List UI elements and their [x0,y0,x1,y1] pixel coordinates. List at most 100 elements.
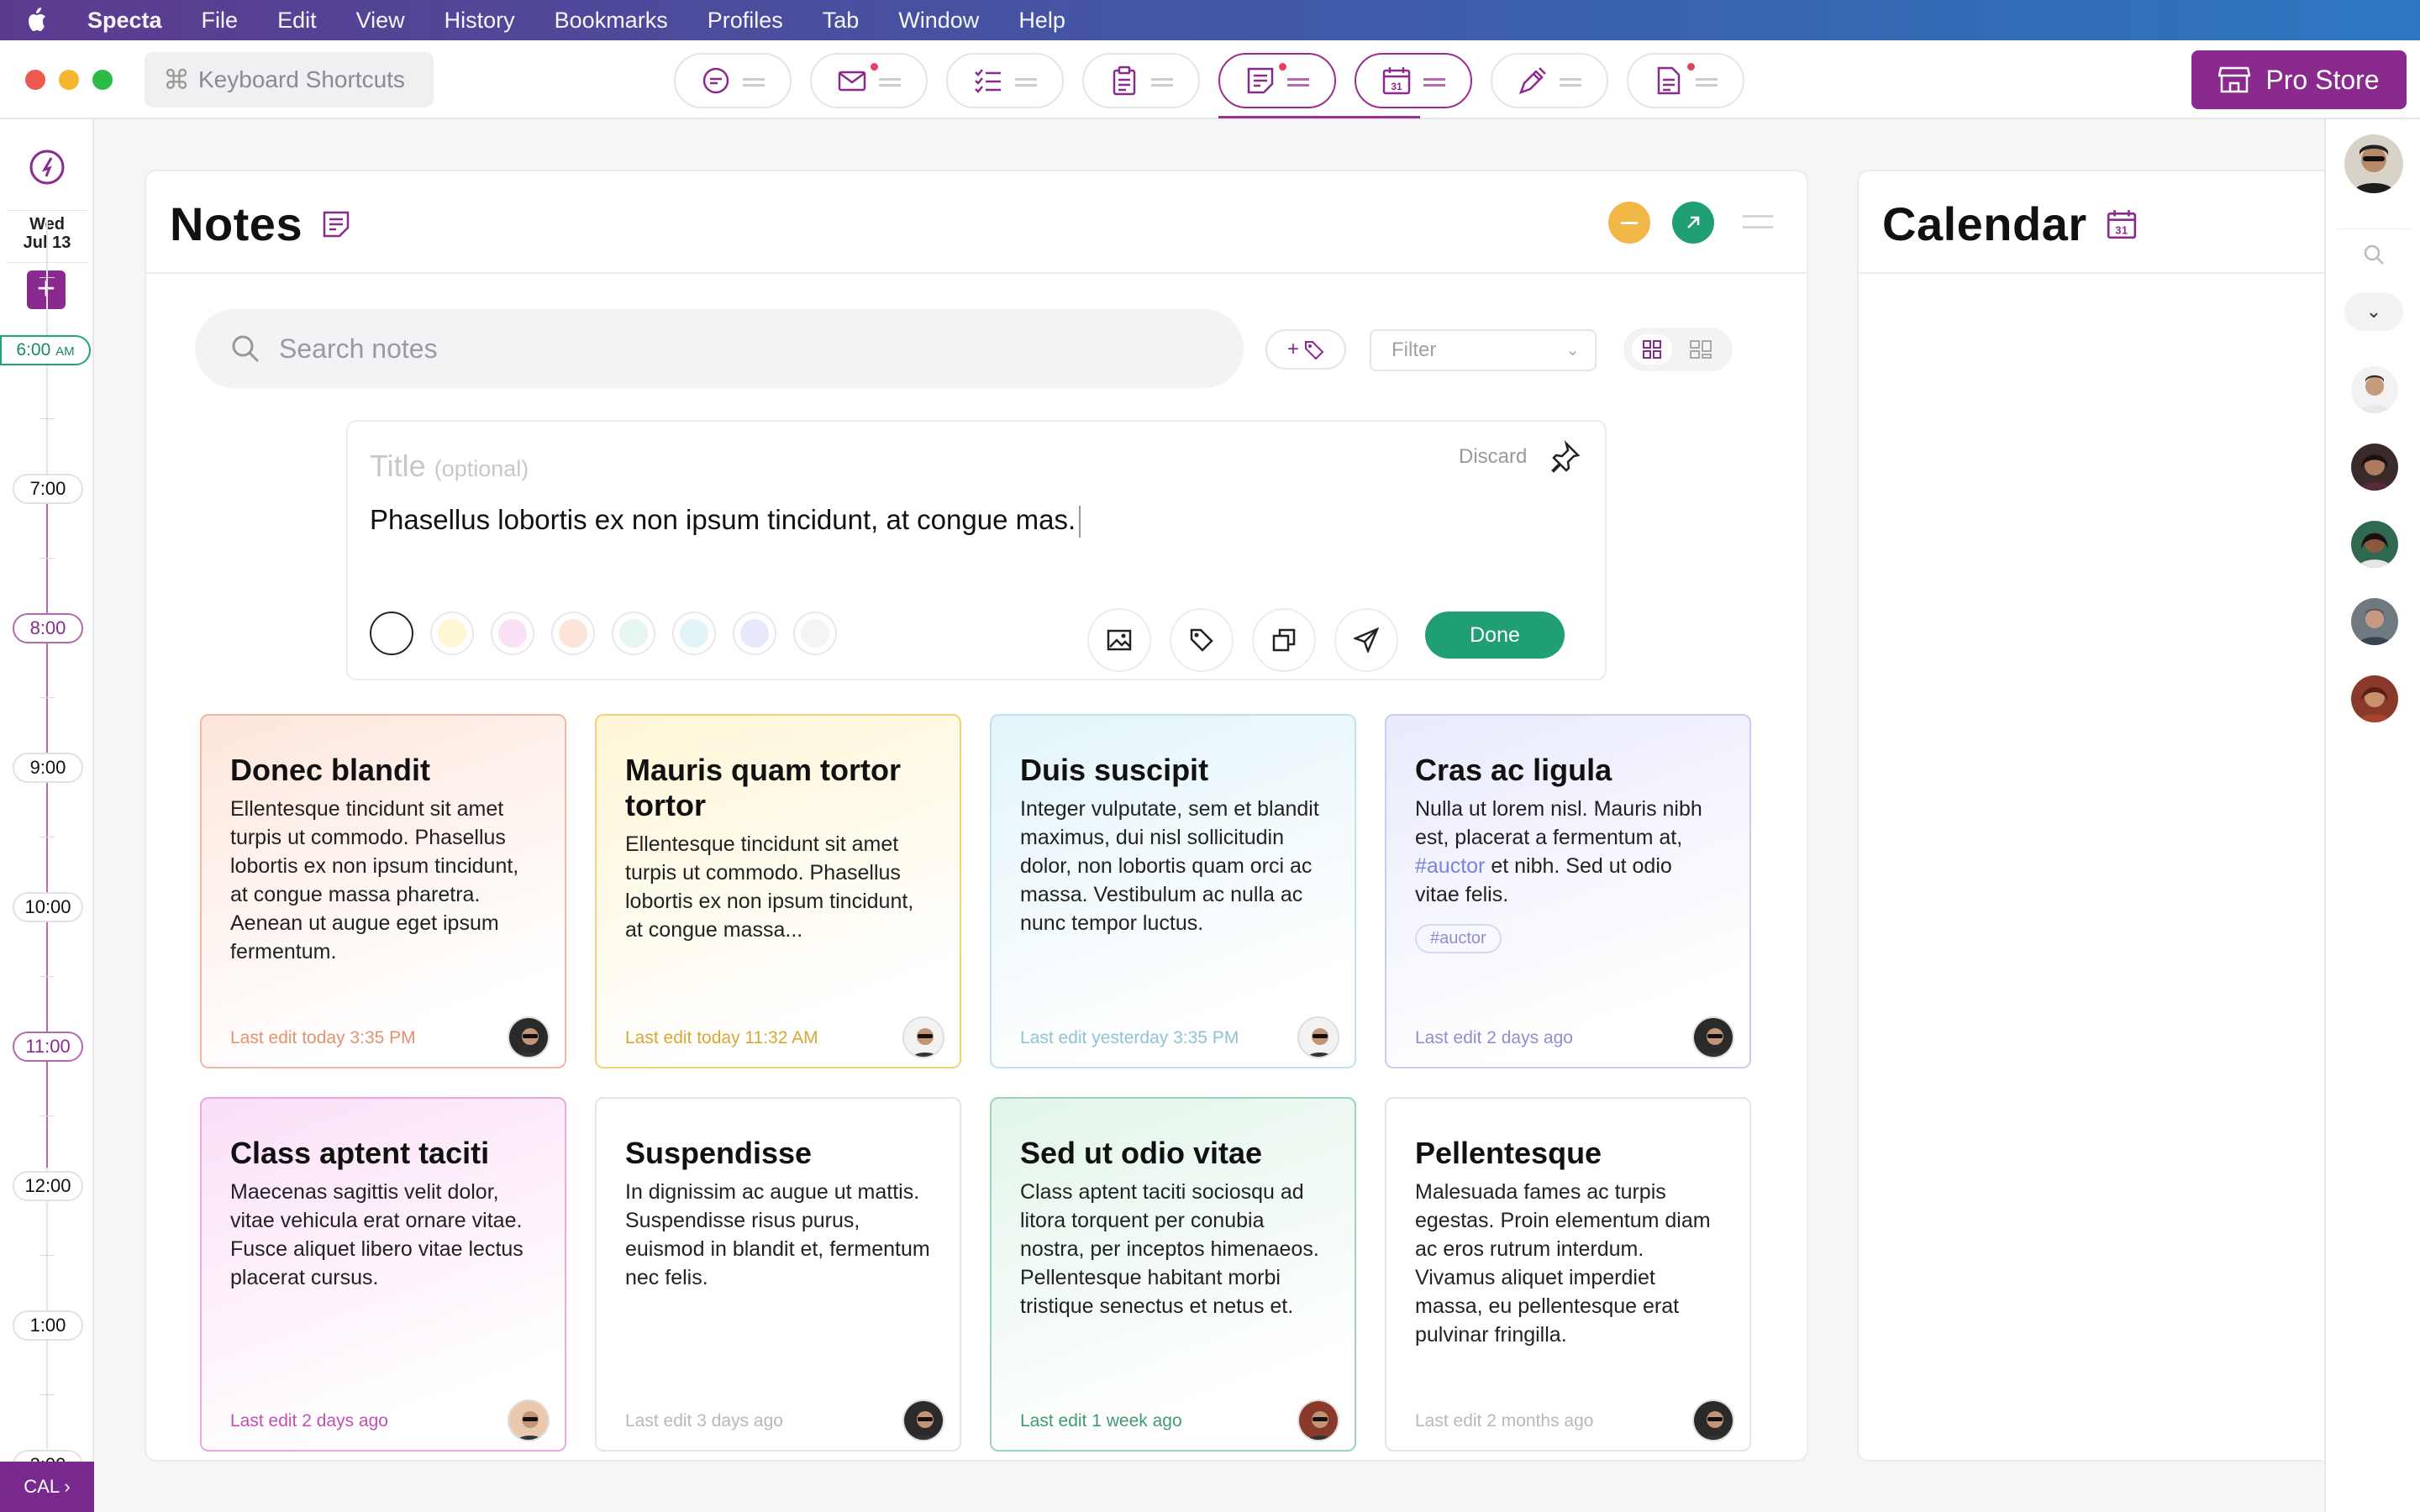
send-note-button[interactable] [1334,608,1398,672]
note-author-avatar[interactable] [1297,1399,1339,1441]
expand-panel-button[interactable] [1672,202,1714,244]
toolbar-tab-clipboard[interactable] [1082,53,1200,108]
time-slot[interactable]: 10:00 [13,892,83,922]
toolbar-tab-tasks[interactable] [946,53,1064,108]
time-slot[interactable]: 1:00 [13,1310,83,1341]
discard-button[interactable]: Discard [1459,445,1527,469]
duplicate-note-button[interactable] [1252,608,1316,672]
clipboard-icon [1113,66,1136,96]
add-tag-button[interactable]: + [1265,329,1346,370]
menu-file[interactable]: File [202,8,239,34]
filter-dropdown[interactable]: Filter ⌄ [1370,329,1597,371]
tab-drag-handle-icon[interactable] [1151,78,1173,87]
time-slot[interactable]: 12:00 [13,1171,83,1201]
zoom-window-button[interactable] [92,70,113,90]
menu-view[interactable]: View [356,8,405,34]
toolbar-tab-mail[interactable] [810,53,928,108]
color-swatch[interactable] [612,612,655,655]
done-button[interactable]: Done [1425,612,1565,659]
contact-avatar[interactable] [2351,598,2398,645]
tab-drag-handle-icon[interactable] [1560,78,1581,87]
menu-bookmarks[interactable]: Bookmarks [555,8,668,34]
toolbar-tab-chat[interactable] [674,53,792,108]
tag-chip[interactable]: #auctor [1415,924,1502,953]
close-window-button[interactable] [25,70,45,90]
note-card[interactable]: Cras ac ligula Nulla ut lorem nisl. Mauri… [1385,714,1751,1068]
note-author-avatar[interactable] [508,1016,550,1058]
note-title-input[interactable]: Title (optional) [370,449,529,484]
contact-avatar[interactable] [2351,366,2398,413]
note-author-avatar[interactable] [1692,1399,1734,1441]
search-notes-field[interactable]: Search notes [195,309,1244,388]
menu-tab[interactable]: Tab [823,8,860,34]
color-swatch[interactable] [793,612,837,655]
notification-dot [1687,63,1695,71]
note-card[interactable]: Suspendisse In dignissim ac augue ut matt… [595,1097,961,1452]
grid-view-button[interactable] [1632,334,1672,365]
avatar-portrait-icon [2351,444,2398,491]
note-author-avatar[interactable] [1297,1016,1339,1058]
minimize-panel-button[interactable] [1608,202,1650,244]
toolbar-tab-document[interactable] [1627,53,1744,108]
color-swatch[interactable] [370,612,413,655]
tab-drag-handle-icon[interactable] [1287,78,1309,87]
note-author-avatar[interactable] [902,1399,944,1441]
menu-edit[interactable]: Edit [277,8,317,34]
user-avatar[interactable] [2344,134,2403,193]
time-slot[interactable]: 7:00 [13,474,83,504]
menu-profiles[interactable]: Profiles [708,8,783,34]
color-swatch[interactable] [430,612,474,655]
color-swatch[interactable] [672,612,716,655]
tab-drag-handle-icon[interactable] [1015,78,1037,87]
menu-app-name[interactable]: Specta [87,8,162,34]
masonry-view-button[interactable] [1681,334,1721,365]
tab-drag-handle-icon[interactable] [879,78,901,87]
color-swatch[interactable] [733,612,776,655]
command-icon: ⌘ [163,65,190,95]
time-slot[interactable]: 8:00 [13,613,83,643]
contact-avatar[interactable] [2351,521,2398,568]
add-image-button[interactable] [1087,608,1151,672]
note-author-avatar[interactable] [508,1399,550,1441]
note-card[interactable]: Pellentesque Malesuada fames ac turpis eg… [1385,1097,1751,1452]
toolbar-tab-pen[interactable] [1491,53,1608,108]
note-card[interactable]: Class aptent taciti Maecenas sagittis vel… [200,1097,566,1452]
keyboard-shortcuts-button[interactable]: ⌘ Keyboard Shortcuts [145,52,434,108]
pro-store-button[interactable]: Pro Store [2191,50,2407,109]
svg-text:31: 31 [2115,224,2128,236]
note-card[interactable]: Mauris quam tortor tortor Ellentesque tin… [595,714,961,1068]
contact-avatar[interactable] [2351,675,2398,722]
note-author-avatar[interactable] [1692,1016,1734,1058]
note-body-input[interactable]: Phasellus lobortis ex non ipsum tincidun… [370,504,1081,538]
add-tag-to-note-button[interactable] [1170,608,1234,672]
time-slot[interactable]: 11:00 [13,1032,83,1062]
tab-drag-handle-icon[interactable] [1696,78,1718,87]
note-card[interactable]: Donec blandit Ellentesque tincidunt sit a… [200,714,566,1068]
right-sidebar: ⌄ [2324,119,2420,1512]
calendar-toggle-button[interactable]: CAL › [0,1462,94,1512]
tab-drag-handle-icon[interactable] [743,78,765,87]
expand-contacts-button[interactable]: ⌄ [2344,292,2403,331]
color-swatch[interactable] [491,612,534,655]
contact-avatar[interactable] [2351,444,2398,491]
toolbar-tab-calendar[interactable]: 31 [1355,53,1472,108]
timeline-tick [39,558,55,559]
note-card[interactable]: Sed ut odio vitae Class aptent taciti soc… [990,1097,1356,1452]
apple-icon[interactable] [25,8,54,33]
pin-icon[interactable] [1548,440,1581,474]
avatar-portrait-icon [2351,521,2398,568]
menu-help[interactable]: Help [1018,8,1065,34]
time-slot[interactable]: 9:00 [13,753,83,783]
hashtag-link[interactable]: #auctor [1415,854,1485,878]
color-swatch[interactable] [551,612,595,655]
panel-drag-handle-icon[interactable] [1743,215,1773,228]
tab-drag-handle-icon[interactable] [1423,78,1445,87]
minimize-window-button[interactable] [59,70,79,90]
speedometer-icon[interactable] [28,148,66,186]
toolbar-tab-notes[interactable] [1218,53,1336,108]
note-author-avatar[interactable] [902,1016,944,1058]
search-icon[interactable] [2363,244,2385,265]
menu-window[interactable]: Window [898,8,979,34]
menu-history[interactable]: History [445,8,515,34]
note-card[interactable]: Duis suscipit Integer vulputate, sem et b… [990,714,1356,1068]
